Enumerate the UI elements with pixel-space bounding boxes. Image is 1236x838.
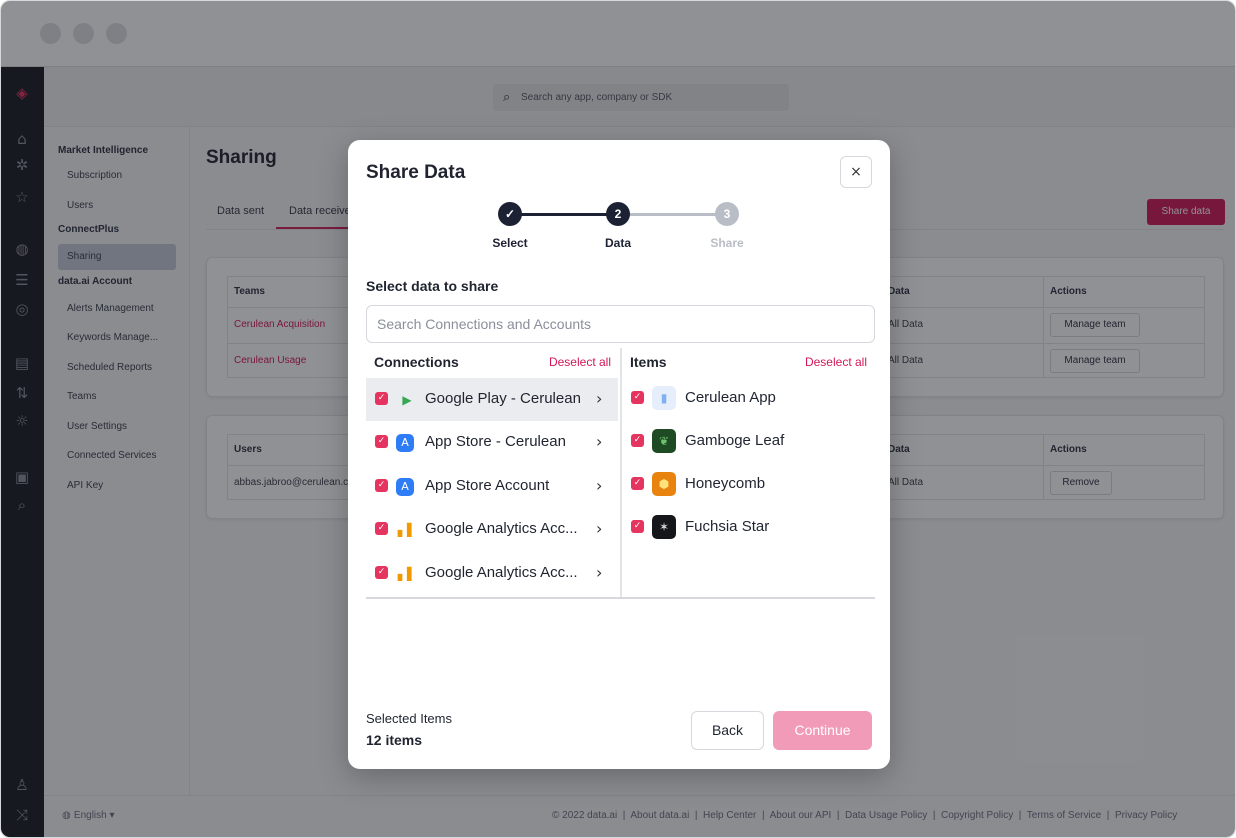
chevron-right-icon[interactable]: › <box>596 563 602 582</box>
connection-row[interactable]: ✓ ▶ Google Play - Cerulean › <box>366 378 618 421</box>
step-data-label: Data <box>604 236 631 250</box>
checkbox-checked[interactable]: ✓ <box>631 391 644 404</box>
honeycomb-icon: ⬢ <box>652 472 676 496</box>
connection-row[interactable]: ✓ ▖▌ Google Analytics Acc... › <box>366 552 618 595</box>
google-play-icon: ▶ <box>402 393 412 407</box>
selected-items-label: Selected Items <box>366 711 452 726</box>
checkbox-checked[interactable]: ✓ <box>631 520 644 533</box>
cerulean-app-icon: ▮ <box>652 386 676 410</box>
stepper-line-pending <box>618 213 728 216</box>
step-data-marker: 2 <box>606 202 630 226</box>
item-row[interactable]: ✓ ✶ Fuchsia Star <box>624 506 874 549</box>
checkbox-checked[interactable]: ✓ <box>375 392 388 405</box>
connections-search-input[interactable]: Search Connections and Accounts <box>366 305 875 343</box>
fuchsia-star-icon: ✶ <box>652 515 676 539</box>
back-button[interactable]: Back <box>691 711 764 750</box>
item-row[interactable]: ✓ ❦ Gamboge Leaf <box>624 420 874 463</box>
item-row[interactable]: ✓ ⬢ Honeycomb <box>624 463 874 506</box>
connection-row[interactable]: ✓ ▖▌ Google Analytics Acc... › <box>366 508 618 551</box>
connection-label: Google Play - Cerulean <box>425 390 581 407</box>
section-title: Select data to share <box>366 278 499 294</box>
connection-row[interactable]: ✓ A App Store - Cerulean › <box>366 421 618 464</box>
connections-heading: Connections <box>374 354 459 370</box>
google-analytics-icon: ▖▌ <box>397 523 417 537</box>
checkbox-checked[interactable]: ✓ <box>631 434 644 447</box>
deselect-all-connections-link[interactable]: Deselect all <box>524 355 611 369</box>
step-share-label: Share <box>710 236 744 250</box>
connection-label: Google Analytics Acc... <box>425 520 578 537</box>
item-label: Fuchsia Star <box>685 518 770 535</box>
list-divider <box>366 597 875 599</box>
step-select-label: Select <box>492 236 528 250</box>
deselect-all-items-link[interactable]: Deselect all <box>780 355 867 369</box>
checkbox-checked[interactable]: ✓ <box>375 522 388 535</box>
connection-label: App Store - Cerulean <box>425 433 566 450</box>
chevron-right-icon[interactable]: › <box>596 389 602 408</box>
chevron-right-icon[interactable]: › <box>596 476 602 495</box>
column-divider <box>620 348 622 598</box>
checkbox-checked[interactable]: ✓ <box>375 435 388 448</box>
connection-label: App Store Account <box>425 477 550 494</box>
chevron-right-icon[interactable]: › <box>596 519 602 538</box>
connection-row[interactable]: ✓ A App Store Account › <box>366 465 618 508</box>
stepper-line-complete <box>510 213 618 216</box>
selected-items-count: 12 items <box>366 732 423 748</box>
step-select-marker: ✓ <box>498 202 522 226</box>
step-share-marker: 3 <box>715 202 739 226</box>
checkbox-checked[interactable]: ✓ <box>631 477 644 490</box>
checkbox-checked[interactable]: ✓ <box>375 479 388 492</box>
item-label: Gamboge Leaf <box>685 432 785 449</box>
items-heading: Items <box>630 354 667 370</box>
item-label: Honeycomb <box>685 475 766 492</box>
share-data-modal: Share Data × ✓ 2 3 Select Data Share Sel… <box>348 140 890 769</box>
chevron-right-icon[interactable]: › <box>596 432 602 451</box>
continue-button[interactable]: Continue <box>773 711 872 750</box>
modal-title: Share Data <box>366 162 466 183</box>
close-icon: × <box>850 164 862 180</box>
connection-label: Google Analytics Acc... <box>425 564 578 581</box>
browser-window: ◈ ⌂ ✲ ☆ ◍ ☰ ◎ ▤ ⇅ ☼ ▣ ⌕ ♙ ⤨ ⌕ Search any… <box>0 0 1236 838</box>
item-label: Cerulean App <box>685 389 776 406</box>
gamboge-leaf-icon: ❦ <box>652 429 676 453</box>
checkbox-checked[interactable]: ✓ <box>375 566 388 579</box>
google-analytics-icon: ▖▌ <box>397 567 417 581</box>
close-button[interactable]: × <box>840 156 872 188</box>
app-store-icon: A <box>396 434 414 452</box>
item-row[interactable]: ✓ ▮ Cerulean App <box>624 377 874 420</box>
app-store-icon: A <box>396 478 414 496</box>
